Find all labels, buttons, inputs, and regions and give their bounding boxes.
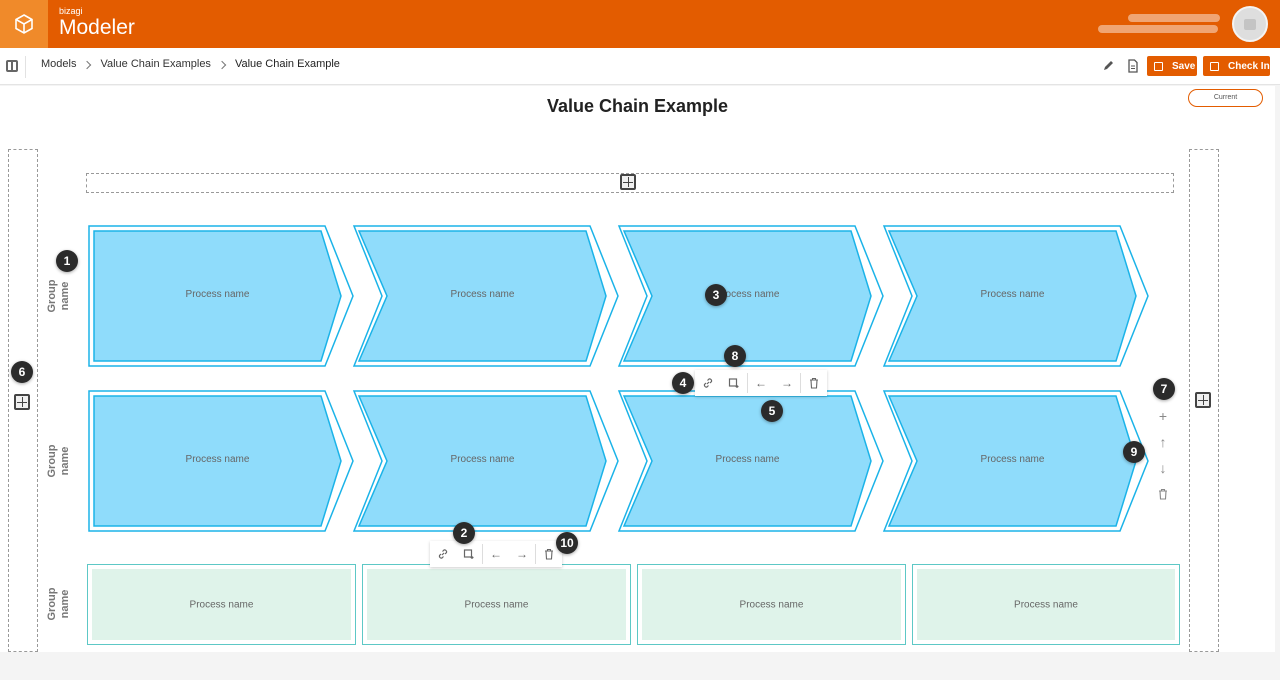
breadcrumb-current: Value Chain Example (234, 58, 340, 70)
avatar[interactable] (1232, 6, 1268, 42)
version-current-button[interactable]: Current (1188, 89, 1263, 107)
add-top-plus-icon[interactable] (620, 174, 636, 190)
callout-badge: 10 (556, 532, 578, 554)
callout-badge: 8 (724, 345, 746, 367)
save-button[interactable]: Save (1147, 56, 1197, 76)
process-name: Process name (450, 454, 515, 465)
process-name: Process name (185, 289, 250, 300)
support-process-2[interactable]: Process name (362, 564, 631, 645)
check-in-button[interactable]: Check In (1203, 56, 1270, 76)
divider (25, 56, 26, 78)
support-process-4[interactable]: Process name (912, 564, 1180, 645)
plus-icon[interactable]: + (1159, 403, 1167, 429)
diagram-title: Value Chain Example (546, 96, 729, 116)
pencil-icon[interactable] (1101, 58, 1115, 74)
process-name: Process name (189, 599, 254, 610)
group-toolbar: + ↑ ↓ (1152, 403, 1174, 507)
group-label-3[interactable]: Group name (44, 574, 74, 634)
add-subprocess-icon[interactable] (456, 541, 482, 567)
group-label-2[interactable]: Group name (44, 431, 74, 491)
bizagi-logo-icon[interactable] (0, 0, 48, 48)
add-right-plus-icon[interactable] (1195, 392, 1211, 408)
check-in-button-label: Check In (1228, 60, 1270, 72)
process-name: Process name (1014, 599, 1078, 610)
chevron-right-icon (217, 60, 227, 70)
top-bar: bizagi Modeler (0, 0, 1280, 48)
callout-badge: 4 (672, 372, 694, 394)
support-process-3[interactable]: Process name (637, 564, 906, 645)
process-name: Process name (715, 289, 780, 300)
callout-badge: 2 (453, 522, 475, 544)
arrow-left-icon[interactable]: ← (748, 370, 774, 396)
app-name: Modeler (59, 16, 135, 39)
callout-badge: 3 (705, 284, 727, 306)
breadcrumb: Models Value Chain Examples Value Chain … (41, 58, 340, 70)
panel-toggle-icon[interactable] (6, 60, 18, 72)
link-icon[interactable] (430, 541, 456, 567)
breadcrumb-value-chain-examples[interactable]: Value Chain Examples (100, 58, 210, 70)
add-subprocess-icon[interactable] (721, 370, 747, 396)
save-icon (1154, 61, 1163, 71)
process-name: Process name (980, 289, 1045, 300)
add-left-plus-icon[interactable] (14, 394, 30, 410)
process-name: Process name (715, 454, 780, 465)
process-name: Process name (739, 599, 804, 610)
element-toolbar-1: ← → (695, 370, 827, 396)
save-button-label: Save (1172, 60, 1196, 72)
callout-badge: 7 (1153, 378, 1175, 400)
process-name: Process name (464, 599, 529, 610)
trash-icon[interactable] (801, 370, 827, 396)
app-brand: bizagi Modeler (59, 6, 135, 40)
brand-small-label: bizagi (59, 6, 83, 16)
arrow-right-icon[interactable]: → (774, 370, 800, 396)
document-icon[interactable] (1126, 58, 1140, 74)
trash-icon[interactable] (1158, 481, 1168, 507)
breadcrumb-bar: Models Value Chain Examples Value Chain … (0, 48, 1280, 85)
callout-badge: 9 (1123, 441, 1145, 463)
group-label-1[interactable]: Group name (44, 266, 74, 326)
process-name: Process name (450, 289, 515, 300)
callout-badge: 5 (761, 400, 783, 422)
callout-badge: 1 (56, 250, 78, 272)
process-name: Process name (185, 454, 250, 465)
breadcrumb-models[interactable]: Models (41, 58, 76, 70)
check-in-icon (1210, 61, 1219, 71)
chevron-right-icon (83, 60, 92, 70)
user-name-blurred (1098, 14, 1222, 34)
arrow-right-icon[interactable]: → (509, 541, 535, 567)
arrow-left-icon[interactable]: ← (483, 541, 509, 567)
support-process-1[interactable]: Process name (87, 564, 356, 645)
link-icon[interactable] (695, 370, 721, 396)
element-toolbar-2: ← → (430, 541, 562, 567)
arrow-up-icon[interactable]: ↑ (1160, 429, 1167, 455)
arrow-down-icon[interactable]: ↓ (1160, 455, 1167, 481)
callout-badge: 6 (11, 361, 33, 383)
process-name: Process name (980, 454, 1045, 465)
